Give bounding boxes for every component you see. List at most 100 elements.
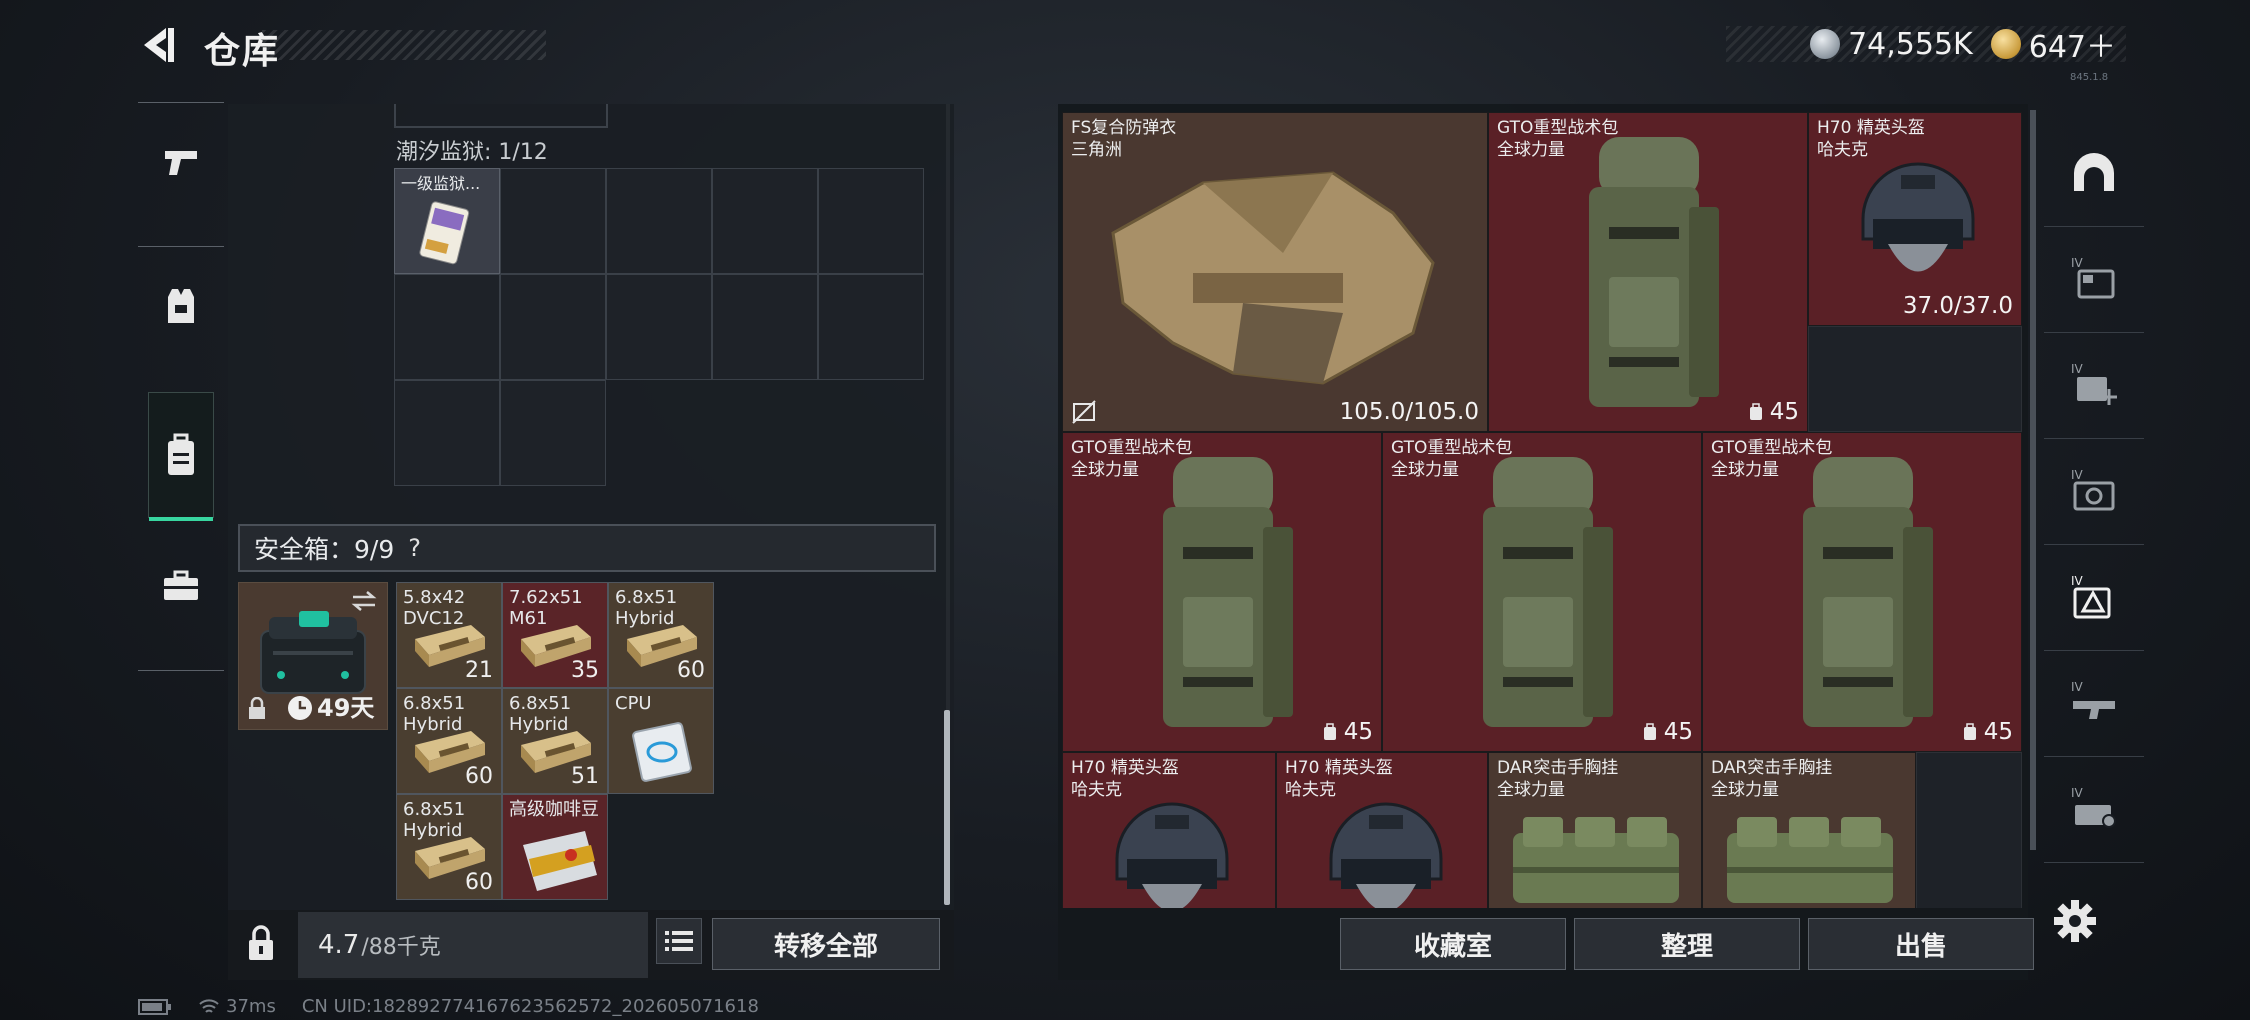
silver-coin-icon xyxy=(1810,29,1841,59)
stash-page-icon: IV xyxy=(2071,256,2115,299)
safebox-item[interactable]: CPU xyxy=(608,688,714,794)
helmet-slot-icon xyxy=(2074,153,2114,191)
stash-item-backpack[interactable]: GTO重型战术包 全球力量 45 xyxy=(1062,432,1382,752)
safebox-item[interactable]: 6.8x51 Hybrid 51 xyxy=(502,688,608,794)
list-view-button[interactable] xyxy=(656,918,702,964)
svg-text:IV: IV xyxy=(2071,786,2084,800)
sidebar-item-cases[interactable] xyxy=(148,536,214,636)
gold-currency[interactable]: 647＋ xyxy=(1990,22,2116,66)
empty-slot[interactable] xyxy=(1916,752,2022,908)
stash-tab-page-2[interactable]: IV xyxy=(2044,332,2144,439)
item-count: 60 xyxy=(677,658,705,683)
item-count: 51 xyxy=(571,764,599,789)
stash-add-icon: IV xyxy=(2071,362,2117,405)
safebox-item[interactable]: 6.8x51 Hybrid 60 xyxy=(396,794,502,900)
stash-misc-icon: IV xyxy=(2071,786,2116,828)
clock-icon xyxy=(288,696,312,720)
item-count: 21 xyxy=(465,658,493,683)
empty-slot[interactable] xyxy=(500,380,606,486)
stash-item-backpack[interactable]: GTO重型战术包 全球力量 45 xyxy=(1702,432,2022,752)
transfer-all-button[interactable]: 转移全部 xyxy=(712,918,940,970)
gold-coin-icon xyxy=(1990,29,2021,59)
lock-icon xyxy=(249,925,273,960)
chest-rig-icon xyxy=(1513,817,1679,903)
empty-slot[interactable] xyxy=(818,168,924,274)
stash-item-backpack[interactable]: GTO重型战术包 全球力量 45 xyxy=(1382,432,1702,752)
battery-icon xyxy=(138,998,171,1015)
empty-slot[interactable] xyxy=(606,168,712,274)
stash-tab-page-4[interactable]: IV xyxy=(2044,544,2144,651)
body-armor-icon xyxy=(1111,171,1435,385)
item-slots: 45 xyxy=(1322,719,1373,745)
item-name: 7.62x51 M61 xyxy=(509,587,583,629)
previous-container-bottom xyxy=(394,104,608,128)
swap-icon xyxy=(351,591,377,611)
uid-label: CN UID:18289277416762356257​2_2026050716… xyxy=(301,996,759,1017)
safebox-item[interactable]: 6.8x51 Hybrid 60 xyxy=(396,688,502,794)
stash-grid: FS复合防弹衣 三角洲 105.0/105.0 GTO重型战术包 全球力量 45… xyxy=(1062,112,2022,908)
stash-tab-equipment[interactable] xyxy=(2044,120,2144,227)
back-button[interactable] xyxy=(136,22,182,68)
stash-item-helmet[interactable]: H70 精英头盔 哈夫克 xyxy=(1062,752,1276,908)
gold-value: 647＋ xyxy=(2028,30,2116,65)
empty-slot[interactable] xyxy=(606,274,712,380)
silver-currency[interactable]: 74,555K xyxy=(1810,27,1973,62)
stash-weapon-icon: IV xyxy=(2071,680,2115,719)
item-slots: 45 xyxy=(1962,719,2013,745)
stash-tab-page-6[interactable]: IV xyxy=(2044,756,2144,863)
empty-slot[interactable] xyxy=(818,274,924,380)
sidebar-item-weapons[interactable] xyxy=(148,102,214,222)
empty-slot[interactable] xyxy=(394,380,500,486)
safebox-label: 安全箱：9/9 xyxy=(254,535,395,564)
sell-button[interactable]: 出售 xyxy=(1808,918,2034,970)
stash-item-helmet[interactable]: H70 精英头盔 哈夫克 xyxy=(1276,752,1488,908)
no-mod-icon xyxy=(1072,400,1096,424)
empty-slot[interactable] xyxy=(500,168,606,274)
stash-tab-page-3[interactable]: IV xyxy=(2044,438,2144,545)
stash-item-chest-rig[interactable]: DAR突击手胸挂 全球力量 xyxy=(1702,752,1916,908)
lock-icon xyxy=(249,697,265,719)
collection-room-button[interactable]: 收藏室 xyxy=(1340,918,1566,970)
stash-item-chest-rig[interactable]: DAR突击手胸挂 全球力量 xyxy=(1488,752,1702,908)
svg-text:IV: IV xyxy=(2071,468,2084,482)
sort-button[interactable]: 整理 xyxy=(1574,918,1800,970)
empty-slot[interactable] xyxy=(1808,326,2022,432)
item-name: 6.8x51 Hybrid xyxy=(403,693,466,735)
safebox-item[interactable]: 7.62x51 M61 35 xyxy=(502,582,608,688)
stash-scrollbar-thumb[interactable] xyxy=(2030,110,2036,850)
empty-slot[interactable] xyxy=(394,274,500,380)
back-arrow-icon xyxy=(144,28,174,62)
empty-slot[interactable] xyxy=(500,274,606,380)
item-count: 60 xyxy=(465,764,493,789)
sidebar-item-armor[interactable] xyxy=(148,248,214,366)
lock-button[interactable] xyxy=(246,924,276,966)
item-name: 一级监狱... xyxy=(401,174,481,193)
svg-text:IV: IV xyxy=(2071,256,2084,270)
empty-slot[interactable] xyxy=(712,274,818,380)
sidebar-item-backpacks[interactable] xyxy=(148,392,214,521)
inventory-scrollbar-thumb[interactable] xyxy=(944,710,950,905)
weight-value: 4.7 xyxy=(318,930,360,960)
container-item[interactable]: 一级监狱... xyxy=(394,168,500,274)
stash-tab-page-5[interactable]: IV xyxy=(2044,650,2144,757)
stash-item-helmet[interactable]: H70 精英头盔 哈夫克 37.0/37.0 xyxy=(1808,112,2022,326)
gear-icon xyxy=(2054,900,2096,942)
item-name: 高级咖啡豆 xyxy=(509,799,599,820)
svg-text:IV: IV xyxy=(2071,362,2084,376)
currency-bar: 74,555K 647＋ xyxy=(1726,26,2126,65)
item-durability: 37.0/37.0 xyxy=(1902,293,2013,319)
empty-slot[interactable] xyxy=(712,168,818,274)
safebox-item[interactable]: 高级咖啡豆 xyxy=(502,794,608,900)
safebox-item[interactable]: 6.8x51 Hybrid 60 xyxy=(608,582,714,688)
safebox-item[interactable]: 5.8x42 DVC12 21 xyxy=(396,582,502,688)
safebox-container[interactable]: 49天 xyxy=(238,582,388,730)
item-name: 6.8x51 Hybrid xyxy=(403,799,466,841)
stash-item-backpack[interactable]: GTO重型战术包 全球力量 45 xyxy=(1488,112,1808,432)
tactical-backpack-icon xyxy=(1483,457,1613,727)
ping-value: 37ms xyxy=(226,996,276,1017)
settings-button[interactable] xyxy=(2052,898,2098,944)
stash-tab-page-1[interactable]: IV xyxy=(2044,226,2144,333)
help-icon[interactable]: ? xyxy=(408,534,421,562)
helmet-icon xyxy=(1115,802,1229,908)
stash-item-body-armor[interactable]: FS复合防弹衣 三角洲 105.0/105.0 xyxy=(1062,112,1488,432)
